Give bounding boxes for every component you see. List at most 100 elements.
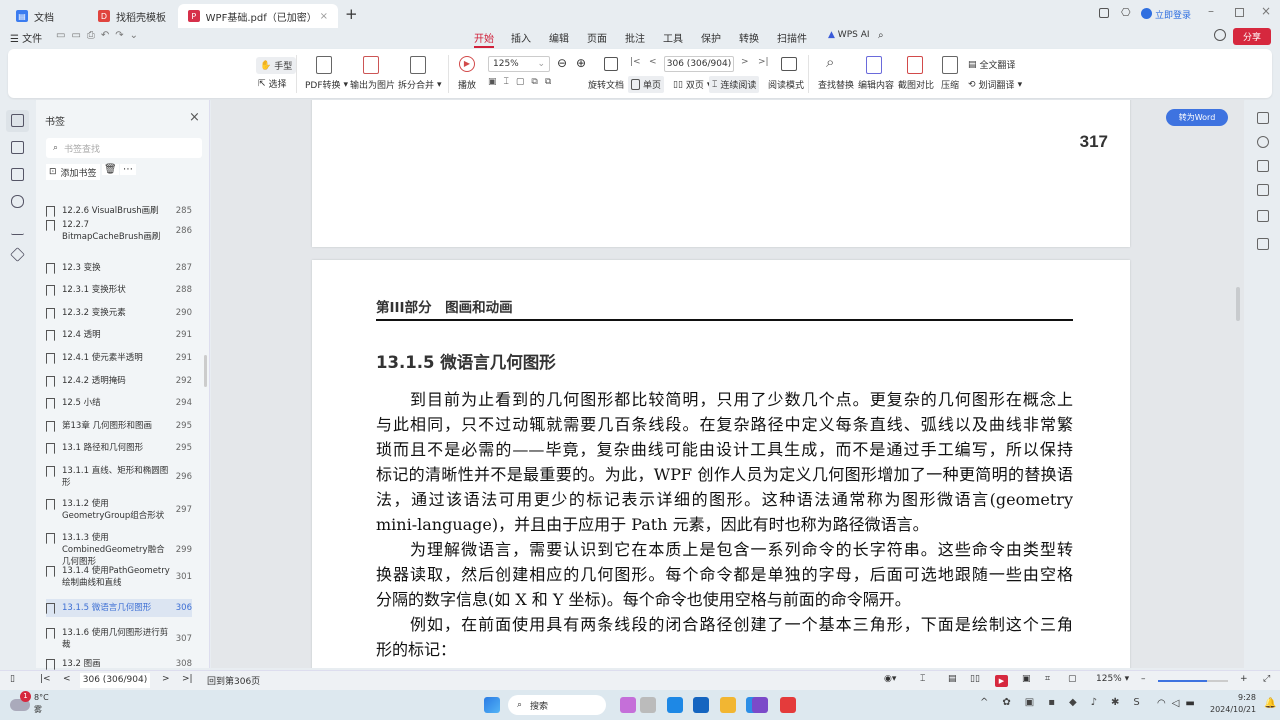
tools-icon[interactable]: [1257, 136, 1269, 148]
add-bookmark-button[interactable]: ⊡ 添加书签: [46, 164, 100, 180]
bookmark-item[interactable]: 12.3.2 变换元素 290: [46, 307, 192, 319]
bookmark-item[interactable]: 13.1.6 使用几何图形进行剪裁 307: [46, 627, 192, 651]
bookmark-icon[interactable]: [11, 114, 24, 127]
fit-page-icon[interactable]: ⌗: [1045, 674, 1050, 684]
layout-icon[interactable]: [1099, 8, 1109, 18]
bookmark-item[interactable]: 13.2 图画 308: [46, 658, 192, 670]
zoom-slider[interactable]: [1158, 680, 1228, 682]
layers-icon[interactable]: [10, 247, 25, 262]
status-page-input[interactable]: 306 (306/904): [80, 673, 150, 688]
quick-access-icons[interactable]: ▭▭⎙↶↷⌄: [56, 30, 144, 41]
menu-annotate[interactable]: 批注: [625, 30, 645, 45]
menu-protect[interactable]: 保护: [701, 30, 721, 45]
bookmark-item[interactable]: 13.1.1 直线、矩形和椭圆图形 296: [46, 465, 192, 489]
menu-scan[interactable]: 扫描件: [777, 30, 807, 45]
restore-icon[interactable]: [1235, 8, 1244, 17]
more-icon[interactable]: ⋯: [120, 164, 136, 175]
zoom-in-button[interactable]: +: [1240, 674, 1248, 684]
app-icon[interactable]: [620, 697, 636, 713]
bookmark-item[interactable]: 13.1 路径和几何图形 295: [46, 442, 192, 454]
edit-content-button[interactable]: 编辑内容: [858, 78, 894, 91]
compress-button[interactable]: 压缩: [941, 78, 959, 91]
clock-time[interactable]: 9:28: [1238, 693, 1256, 702]
upload-icon[interactable]: [1214, 29, 1226, 41]
app-icon[interactable]: [693, 697, 709, 713]
bookmark-item[interactable]: 12.4.1 使元素半透明 291: [46, 352, 192, 364]
play-slideshow-icon[interactable]: ▶: [995, 675, 1008, 687]
network-volume-battery-icons[interactable]: ◠◁▬: [1157, 698, 1201, 709]
bookmark-item[interactable]: 12.2.6 VisualBrush画刷 285: [46, 205, 192, 217]
full-translate-button[interactable]: ▤ 全文翻译: [968, 58, 1016, 72]
taskbar-search[interactable]: ⌕ 搜索: [508, 695, 606, 715]
menu-page[interactable]: 页面: [587, 30, 607, 45]
bookmark-item[interactable]: 13.1.2 使用GeometryGroup组合形状 297: [46, 498, 192, 522]
close-window-icon[interactable]: ×: [1261, 4, 1271, 18]
single-view-icon[interactable]: ▤: [948, 674, 957, 684]
split-merge-button[interactable]: 拆分合并 ▾: [398, 78, 442, 92]
bookmark-item[interactable]: 13.1.4 使用PathGeometry绘制曲线和直线 301: [46, 565, 192, 589]
tray-icons[interactable]: ^✿▣▪◆♪✱S: [980, 697, 1154, 708]
zoom-out-icon[interactable]: ⊖: [557, 56, 567, 70]
document-scrollbar[interactable]: [1236, 287, 1240, 321]
delete-icon[interactable]: 🗑: [102, 164, 119, 175]
word-translate-button[interactable]: ⟲ 划词翻译 ▾: [968, 78, 1022, 92]
select-tool-button[interactable]: ⇱ 选择: [258, 77, 287, 91]
last-page-icon[interactable]: >|: [182, 674, 193, 684]
share-button[interactable]: 分享: [1233, 28, 1271, 45]
fit-icons[interactable]: ▣⌶▢⧉⧉: [488, 77, 558, 87]
fullscreen-icon[interactable]: ⤢: [1263, 674, 1270, 684]
last-page-icon[interactable]: >|: [758, 57, 769, 67]
attachment-icon[interactable]: [11, 195, 24, 208]
visual-studio-icon[interactable]: [752, 697, 768, 713]
clock-date[interactable]: 2024/10/21: [1210, 705, 1256, 714]
back-to-page-link[interactable]: 回到第306页: [207, 674, 260, 687]
double-view-icon[interactable]: ▯▯: [970, 674, 980, 684]
login-link[interactable]: 立即登录: [1155, 8, 1191, 21]
close-icon[interactable]: ×: [320, 11, 328, 22]
close-sidebar-icon[interactable]: ×: [189, 110, 200, 125]
export-icon[interactable]: [1257, 184, 1269, 196]
page-number-input[interactable]: 306 (306/904): [664, 56, 734, 72]
pdf-convert-button[interactable]: PDF转换 ▾: [305, 78, 348, 92]
bookmark-item[interactable]: 12.4 透明 291: [46, 329, 192, 341]
convert-to-word-button[interactable]: 转为Word: [1166, 109, 1228, 126]
wps-icon[interactable]: [780, 697, 796, 713]
next-page-icon[interactable]: >: [741, 57, 749, 67]
properties-icon[interactable]: [1257, 112, 1269, 124]
prev-page-icon[interactable]: <: [63, 674, 71, 684]
continuous-read-button[interactable]: ⌶ 连续阅读: [709, 76, 760, 93]
single-page-button[interactable]: 单页: [628, 76, 665, 93]
new-tab-icon[interactable]: +: [345, 5, 358, 23]
thumbnail-icon[interactable]: [11, 141, 24, 154]
bookmark-item[interactable]: 12.5 小结 294: [46, 397, 192, 409]
tab-docs[interactable]: ▤ 文档: [6, 4, 86, 28]
continuous-view-icon[interactable]: ⌶: [920, 674, 925, 684]
bookmark-item[interactable]: 12.3.1 变换形状 288: [46, 284, 192, 296]
start-button[interactable]: [484, 697, 500, 713]
bookmark-item[interactable]: 12.3 变换 287: [46, 262, 192, 274]
double-page-button[interactable]: ▯▯双页▾: [673, 78, 711, 92]
menu-insert[interactable]: 插入: [511, 30, 531, 45]
first-page-icon[interactable]: |<: [40, 674, 51, 684]
bookmark-item[interactable]: 13.1.3 使用CombinedGeometry融合几何图形 299: [46, 532, 192, 568]
page-tools-icon[interactable]: [1257, 160, 1269, 172]
app-icon[interactable]: [640, 697, 656, 713]
avatar[interactable]: [1141, 8, 1152, 19]
minimize-icon[interactable]: –: [1208, 4, 1214, 18]
menu-convert[interactable]: 转换: [739, 30, 759, 45]
tab-pdf[interactable]: P WPF基础.pdf（已加密） ×: [178, 4, 338, 28]
bookmark-item[interactable]: 第13章 几何图形和图画 295: [46, 420, 192, 432]
first-page-icon[interactable]: |<: [630, 57, 641, 67]
fit-width-icon[interactable]: ▣: [1022, 674, 1031, 684]
image-icon[interactable]: [1257, 210, 1269, 222]
play-button[interactable]: 播放: [458, 78, 476, 91]
menu-start[interactable]: 开始: [474, 30, 494, 48]
menu-edit[interactable]: 编辑: [549, 30, 569, 45]
signature-icon[interactable]: [11, 222, 24, 235]
wps-ai-button[interactable]: ▲ WPS AI: [828, 30, 870, 40]
document-viewer[interactable]: 317 第III部分 图画和动画 13.1.5 微语言几何图形 到目前为止看到的…: [211, 100, 1244, 668]
read-mode-button[interactable]: 阅读模式: [768, 78, 804, 91]
bookmark-item[interactable]: 12.2.7 BitmapCacheBrush画刷 286: [46, 219, 192, 243]
hand-tool-button[interactable]: ✋ 手型: [256, 57, 297, 74]
zoom-select[interactable]: 125% ▾: [1096, 674, 1129, 684]
